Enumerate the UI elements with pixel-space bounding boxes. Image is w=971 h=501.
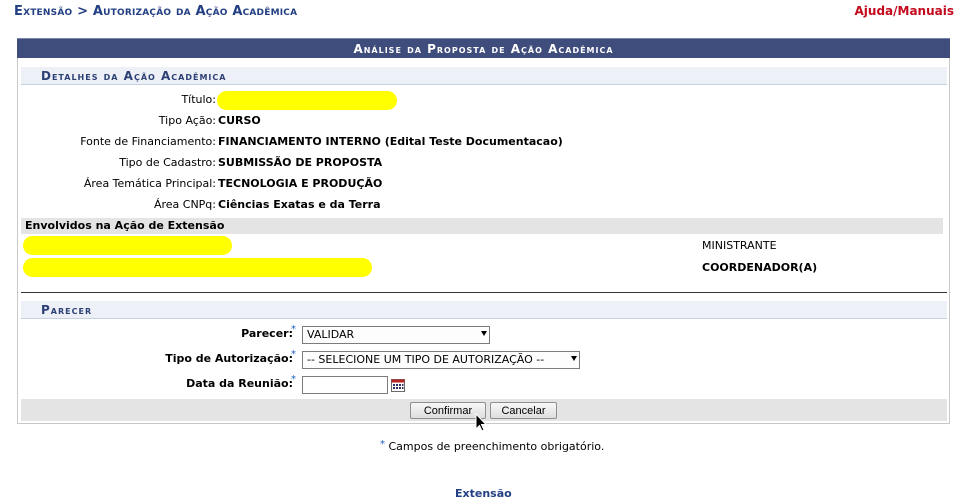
data-reuniao-input[interactable] [302,376,388,394]
page-title: Análise da Proposta de Ação Acadêmica [17,38,950,58]
chevron-down-icon [571,356,577,361]
required-fields-note: * Campos de preenchimento obrigatório. [380,439,605,453]
help-link[interactable]: Ajuda/Manuais [855,4,955,18]
footer-extensao-link[interactable]: Extensão [455,487,512,500]
mouse-cursor-icon [475,413,487,432]
field-value: CURSO [218,114,261,127]
parecer-selected-value: VALIDAR [307,328,355,341]
redacted-title [217,91,397,110]
tipo-autorizacao-label: Tipo de Autorização: [165,352,293,365]
field-label: Tipo Ação: [158,114,216,127]
divider [21,292,947,293]
participant-role: MINISTRANTE [702,239,777,252]
field-value: FINANCIAMENTO INTERNO (Edital Teste Docu… [218,135,563,148]
field-value: Ciências Exatas e da Terra [218,198,381,211]
calendar-icon[interactable] [391,378,405,392]
redacted-participant-name [23,236,232,255]
field-row-area-cnpq: Área CNPq: Ciências Exatas e da Terra [21,195,947,215]
data-reuniao-label: Data da Reunião: [186,377,293,390]
field-label: Área Temática Principal: [83,177,216,190]
cancel-button[interactable]: Cancelar [490,402,557,419]
breadcrumb: Extensão > Autorização da Ação Acadêmica [14,4,298,19]
data-reuniao-row: Data da Reunião: * [21,374,947,396]
parecer-section-title: Parecer [21,301,947,319]
tipo-autorizacao-select[interactable]: -- SELECIONE UM TIPO DE AUTORIZAÇÃO -- [302,351,580,369]
field-label: Título: [181,93,216,106]
parecer-label: Parecer: [241,327,293,340]
field-row-tipo-cadastro: Tipo de Cadastro: SUBMISSÃO DE PROPOSTA [21,153,947,173]
field-row-tipo-acao: Tipo Ação: CURSO [21,111,947,131]
field-value: TECNOLOGIA E PRODUÇÃO [218,177,383,190]
chevron-down-icon [481,331,487,336]
required-star-icon: * [380,439,385,450]
field-label: Tipo de Cadastro: [119,156,216,169]
field-label: Fonte de Financiamento: [80,135,216,148]
participant-role: COORDENADOR(A) [702,261,818,274]
required-star-icon: * [291,349,296,360]
envolvidos-title: Envolvidos na Ação de Extensão [21,218,943,234]
redacted-participant-name [23,258,372,277]
field-row-fonte: Fonte de Financiamento: FINANCIAMENTO IN… [21,132,947,152]
required-star-icon: * [291,324,296,335]
tipo-autorizacao-selected-value: -- SELECIONE UM TIPO DE AUTORIZAÇÃO -- [307,353,545,366]
field-label: Área CNPq: [153,198,216,211]
required-note-text: Campos de preenchimento obrigatório. [388,440,605,453]
details-section-title: Detalhes da Ação Acadêmica [21,67,947,85]
field-value: SUBMISSÃO DE PROPOSTA [218,156,383,169]
top-bar: Extensão > Autorização da Ação Acadêmica… [0,0,971,24]
required-star-icon: * [291,374,296,385]
field-row-titulo: Título: [21,90,947,110]
field-row-area-tematica: Área Temática Principal: TECNOLOGIA E PR… [21,174,947,194]
parecer-select[interactable]: VALIDAR [302,326,490,344]
